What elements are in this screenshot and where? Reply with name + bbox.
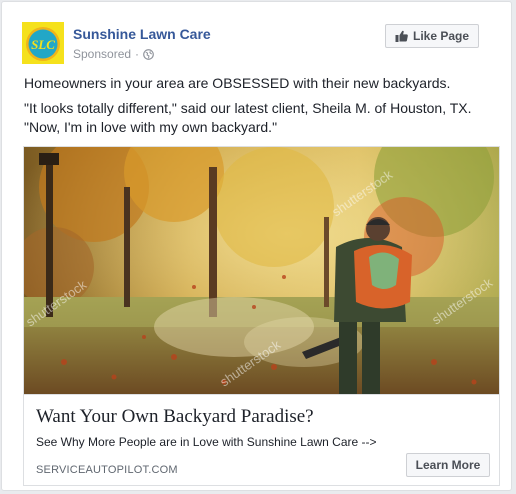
post-meta: Sponsored · (73, 47, 154, 61)
page-avatar[interactable]: SLC (22, 22, 64, 64)
autumn-leaf-blower-photo: shutterstock shutterstock shutterstock s… (24, 147, 499, 394)
sponsored-post: SLC Sunshine Lawn Care Sponsored · Like … (1, 1, 512, 491)
link-preview[interactable]: Want Your Own Backyard Paradise? See Why… (23, 394, 500, 486)
post-line-2: "It looks totally different," said our l… (24, 100, 472, 116)
link-headline[interactable]: Want Your Own Backyard Paradise? (36, 406, 314, 428)
link-description: See Why More People are in Love with Sun… (36, 435, 377, 449)
post-line-3: "Now, I'm in love with my own backyard." (24, 119, 278, 135)
link-domain: SERVICEAUTOPILOT.COM (36, 464, 178, 476)
sponsored-label[interactable]: Sponsored (73, 47, 131, 61)
post-body: Homeowners in your area are OBSESSED wit… (24, 74, 494, 137)
sun-logo-icon: SLC (22, 22, 64, 64)
like-page-label: Like Page (412, 29, 470, 43)
globe-icon[interactable] (143, 48, 154, 60)
like-page-button[interactable]: Like Page (385, 24, 479, 48)
meta-separator: · (135, 47, 140, 61)
post-line-1: Homeowners in your area are OBSESSED wit… (24, 75, 451, 91)
avatar-text: SLC (31, 37, 55, 52)
page-name-link[interactable]: Sunshine Lawn Care (73, 26, 211, 42)
learn-more-button[interactable]: Learn More (406, 453, 490, 477)
thumbs-up-icon (395, 30, 408, 42)
ad-image[interactable]: shutterstock shutterstock shutterstock s… (23, 146, 500, 394)
